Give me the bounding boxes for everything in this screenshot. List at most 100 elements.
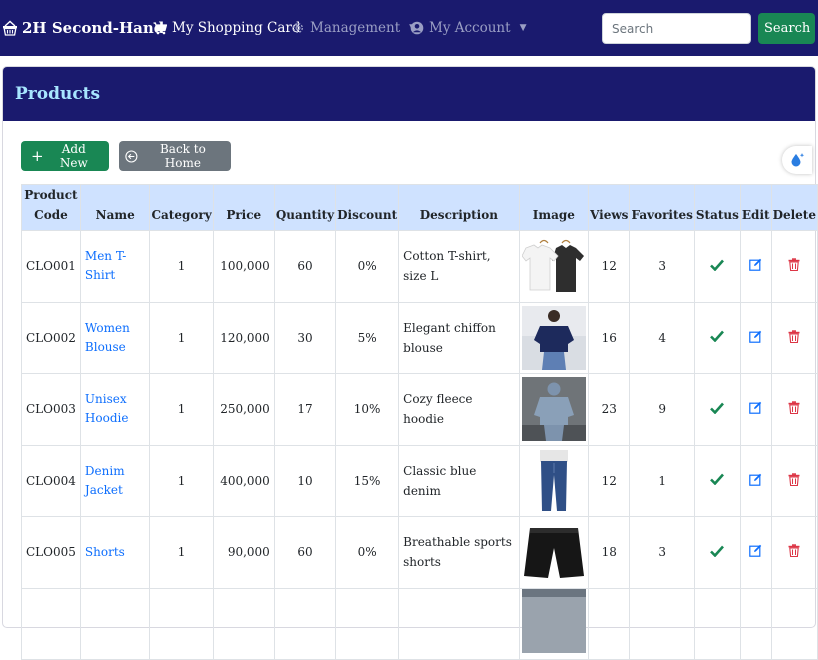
product-price: 400,000 bbox=[212, 444, 275, 517]
col-delete: Delete bbox=[770, 184, 818, 231]
product-category: 1 bbox=[149, 230, 214, 303]
product-discount: 5% bbox=[335, 301, 400, 374]
col-quantity: Quantity bbox=[273, 184, 337, 231]
product-quantity: 60 bbox=[273, 516, 337, 589]
product-discount: 15% bbox=[335, 444, 400, 517]
card-header: Products bbox=[3, 67, 815, 121]
product-price: 120,000 bbox=[212, 301, 275, 374]
check-icon bbox=[710, 545, 725, 560]
col-description: Description bbox=[398, 184, 520, 231]
product-description: Cozy fleece hoodie bbox=[398, 373, 520, 446]
nav-account-dropdown[interactable]: My Account ▼ bbox=[410, 0, 526, 56]
col-edit: Edit bbox=[739, 184, 772, 231]
table-header-row: Product Code Name Category Price Quantit… bbox=[21, 184, 818, 231]
product-views: 16 bbox=[588, 301, 631, 374]
nav-shopping-card-label: My Shopping Card bbox=[172, 20, 301, 36]
product-discount: 0% bbox=[335, 230, 400, 303]
product-favorites: 9 bbox=[629, 373, 695, 446]
product-image-jeans bbox=[521, 448, 586, 513]
product-views: 12 bbox=[588, 444, 631, 517]
arrow-left-circle-icon bbox=[125, 149, 138, 163]
edit-icon[interactable] bbox=[749, 402, 762, 417]
product-code: CLO001 bbox=[21, 230, 81, 303]
edit-icon[interactable] bbox=[749, 330, 762, 346]
table-row: CLO001 Men T-Shirt 1 100,000 60 0% Cotto… bbox=[21, 230, 818, 303]
table-row: CLO002 Women Blouse 1 120,000 30 5% Eleg… bbox=[21, 301, 818, 374]
cart-icon bbox=[153, 21, 167, 34]
product-favorites: 4 bbox=[629, 301, 695, 374]
product-name-link[interactable]: Denim Jacket bbox=[85, 464, 125, 497]
product-name-link[interactable]: Shorts bbox=[85, 545, 125, 559]
product-favorites: 3 bbox=[629, 230, 695, 303]
product-price: 90,000 bbox=[212, 516, 275, 589]
droplet-sparkle-icon bbox=[791, 153, 805, 167]
check-icon bbox=[710, 330, 725, 345]
product-favorites: 1 bbox=[629, 444, 695, 517]
product-name-link[interactable]: Women Blouse bbox=[85, 321, 130, 354]
product-views: 18 bbox=[588, 516, 631, 589]
page-title: Products bbox=[15, 84, 101, 104]
products-table: Product Code Name Category Price Quantit… bbox=[21, 184, 818, 660]
product-price: 250,000 bbox=[212, 373, 275, 446]
col-category: Category bbox=[149, 184, 214, 231]
plus-icon: + bbox=[31, 147, 44, 165]
nav-account-label: My Account bbox=[429, 20, 511, 36]
nav-management-label: Management bbox=[310, 20, 401, 36]
product-image-blouse bbox=[521, 305, 586, 370]
nav-management-dropdown[interactable]: Management ▼ bbox=[291, 0, 416, 56]
check-icon bbox=[710, 259, 725, 274]
top-navbar: 2H Second-Hand My Shopping Card Manageme… bbox=[0, 0, 818, 56]
product-views: 23 bbox=[588, 373, 631, 446]
col-price: Price bbox=[212, 184, 275, 231]
edit-icon[interactable] bbox=[749, 259, 762, 274]
product-image-shorts bbox=[521, 520, 586, 585]
edit-icon[interactable] bbox=[749, 545, 762, 560]
product-discount: 0% bbox=[335, 516, 400, 589]
search-input[interactable] bbox=[602, 13, 751, 44]
chevron-down-icon: ▼ bbox=[519, 23, 527, 33]
col-discount: Discount bbox=[335, 184, 400, 231]
product-description: Breathable sports shorts bbox=[398, 516, 520, 589]
product-category: 1 bbox=[149, 301, 214, 374]
product-image-partial bbox=[521, 588, 586, 653]
product-category: 1 bbox=[149, 373, 214, 446]
table-row: CLO004 Denim Jacket 1 400,000 10 15% Cla… bbox=[21, 444, 818, 517]
product-favorites: 3 bbox=[629, 516, 695, 589]
table-row: CLO005 Shorts 1 90,000 60 0% Breathable … bbox=[21, 516, 818, 589]
trash-icon[interactable] bbox=[788, 330, 800, 346]
product-image-hoodie bbox=[521, 377, 586, 442]
table-row bbox=[21, 587, 818, 660]
col-views: Views bbox=[588, 184, 631, 231]
product-discount: 10% bbox=[335, 373, 400, 446]
back-to-home-label: Back to Home bbox=[159, 142, 206, 170]
check-icon bbox=[710, 402, 725, 417]
product-code: CLO002 bbox=[21, 301, 81, 374]
product-quantity: 30 bbox=[273, 301, 337, 374]
table-row: CLO003 Unisex Hoodie 1 250,000 17 10% Co… bbox=[21, 373, 818, 446]
product-quantity: 10 bbox=[273, 444, 337, 517]
trash-icon[interactable] bbox=[788, 544, 800, 560]
product-price: 100,000 bbox=[212, 230, 275, 303]
edit-icon[interactable] bbox=[749, 473, 762, 489]
product-description: Elegant chiffon blouse bbox=[398, 301, 520, 374]
product-description: Classic blue denim bbox=[398, 444, 520, 517]
product-quantity: 17 bbox=[273, 373, 337, 446]
floating-assistant-button[interactable] bbox=[782, 146, 812, 174]
product-name-link[interactable]: Men T-Shirt bbox=[85, 249, 126, 282]
check-icon bbox=[710, 473, 725, 488]
trash-icon[interactable] bbox=[788, 473, 800, 489]
product-image-t-shirts bbox=[521, 234, 586, 299]
col-status: Status bbox=[693, 184, 741, 231]
user-circle-icon bbox=[410, 21, 424, 35]
back-to-home-button[interactable]: Back to Home bbox=[119, 141, 231, 171]
trash-icon[interactable] bbox=[788, 258, 800, 274]
search-button[interactable]: Search bbox=[758, 13, 815, 44]
brand-link[interactable]: 2H Second-Hand bbox=[2, 0, 164, 56]
nav-shopping-card[interactable]: My Shopping Card bbox=[153, 0, 301, 56]
add-new-button[interactable]: + Add New bbox=[21, 141, 109, 171]
trash-icon[interactable] bbox=[788, 401, 800, 417]
product-quantity: 60 bbox=[273, 230, 337, 303]
product-name-link[interactable]: Unisex Hoodie bbox=[85, 392, 129, 425]
product-code: CLO004 bbox=[21, 444, 81, 517]
gear-icon bbox=[292, 22, 304, 34]
